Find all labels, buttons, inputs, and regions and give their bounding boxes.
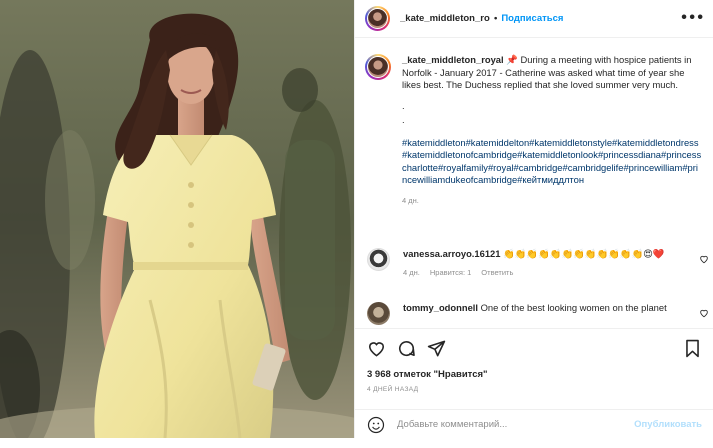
comment-input[interactable] [397,419,617,430]
pin-emoji: 📌 [506,54,518,65]
emoji-smiley-icon[interactable] [367,416,385,434]
caption-dot-2: . [402,114,405,125]
comment-text: One of the best looking women on the pla… [480,302,667,313]
reply-button[interactable]: Ответить [481,267,513,280]
instagram-post: _kate_middleton_royal • Подписаться • • … [0,0,713,438]
comment-like-heart-icon[interactable] [699,254,709,264]
commenter-avatar[interactable] [367,248,390,271]
post-sidebar: _kate_middleton_royal • Подписаться • • … [354,0,713,438]
caption-dot-1: . [402,99,405,111]
commenter-username[interactable]: tommy_odonnell [403,302,478,313]
comments-scroll-area[interactable]: _kate_middleton_royal 📌 During a meeting… [355,38,713,328]
comment-like-heart-icon[interactable] [699,308,709,318]
post-header: _kate_middleton_royal • Подписаться • • … [355,0,713,38]
post-photo[interactable] [0,0,354,438]
comment-item: tommy_odonnell One of the best looking w… [367,302,709,325]
caption-username[interactable]: _kate_middleton_royal [402,54,504,65]
author-username[interactable]: _kate_middleton_royal [400,13,490,24]
post-caption: _kate_middleton_royal 📌 During a meeting… [365,54,705,207]
save-bookmark-icon[interactable] [683,339,702,358]
comment-item: vanessa.arroyo.16121 👏👏👏👏👏👏👏👏👏👏👏👏😍❤️ 4 д… [367,248,709,280]
caption-age[interactable]: 4 дн. [402,195,702,208]
header-separator: • [494,13,498,24]
post-actions: 3 968 отметок "Нравится" 4 ДНЕЙ НАЗАД Оп… [355,328,713,448]
follow-button[interactable]: Подписаться [501,13,563,24]
publish-button[interactable]: Опубликовать [634,419,702,430]
add-comment-bar: Опубликовать [355,409,713,439]
commenter-username[interactable]: vanessa.arroyo.16121 [403,248,500,259]
photo-illustration [0,0,354,438]
caption-hashtags[interactable]: #katemiddleton#katemiddelton#katemiddlet… [402,137,702,187]
post-time[interactable]: 4 ДНЕЙ НАЗАД [367,386,418,393]
comment-bubble-icon[interactable] [397,339,416,358]
comment-age[interactable]: 4 дн. [403,267,420,280]
caption-author-avatar[interactable] [365,54,391,80]
like-heart-icon[interactable] [367,339,386,358]
commenter-avatar[interactable] [367,302,390,325]
comment-text: 👏👏👏👏👏👏👏👏👏👏👏👏😍❤️ [503,248,665,259]
more-horizontal-icon[interactable]: • • • [681,9,703,27]
share-paper-plane-icon[interactable] [427,339,446,358]
author-avatar[interactable] [365,6,390,31]
comment-likes[interactable]: Нравится: 1 [430,267,471,280]
likes-count[interactable]: 3 968 отметок "Нравится" [367,369,488,380]
